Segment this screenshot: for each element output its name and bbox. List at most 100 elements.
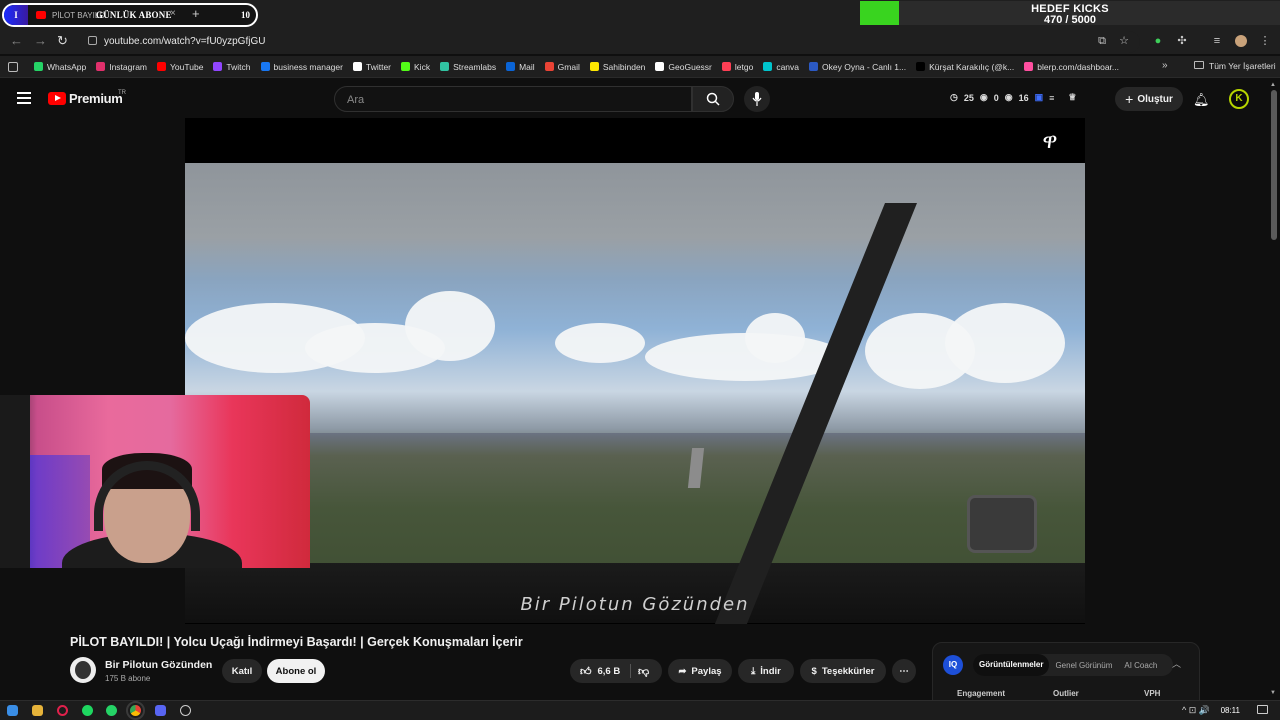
channel-name[interactable]: Bir Pilotun Gözünden	[105, 659, 212, 671]
video-frame	[185, 163, 1085, 624]
all-bookmarks-link[interactable]: Tüm Yer İşaretleri	[1209, 61, 1276, 71]
more-actions-button[interactable]: ⋯	[892, 659, 916, 683]
bookmark-item[interactable]: Sahibinden	[589, 61, 646, 72]
thumbs-down-icon[interactable]: 👎︎	[638, 665, 649, 678]
browser-tab-strip: I PİLOT BAYILD GÜNLÜK ABONE × + 10 HEDEF…	[0, 0, 1280, 30]
bookmark-item[interactable]: Twitch	[213, 62, 251, 72]
overlay-badge: I	[4, 5, 28, 25]
eye-icon: ◉	[1004, 92, 1013, 102]
bookmark-item[interactable]: Kick	[401, 62, 430, 72]
share-button[interactable]: ➦ Paylaş	[668, 659, 732, 683]
bookmark-item[interactable]: GeoGuessr	[655, 62, 712, 72]
extension-shield-icon[interactable]: ●	[1152, 35, 1164, 47]
stat-3: 16	[1018, 92, 1029, 103]
site-info-icon[interactable]	[88, 36, 97, 45]
bookmark-label: Instagram	[109, 61, 148, 72]
clock: 08:11	[1220, 706, 1240, 715]
share-label: Paylaş	[691, 665, 722, 677]
bookmark-item[interactable]: letgo	[721, 61, 754, 72]
tab-ai-coach[interactable]: AI Coach	[1118, 661, 1163, 670]
install-icon[interactable]: ⧉	[1096, 35, 1108, 47]
like-button[interactable]: 👍︎ 6,6 B 👎︎	[570, 659, 662, 683]
eye-icon: ◉	[979, 92, 988, 102]
back-icon[interactable]: ←	[10, 33, 23, 48]
search-button[interactable]	[692, 86, 734, 112]
obs-icon[interactable]	[180, 705, 191, 716]
plus-icon: +	[1125, 91, 1134, 107]
apps-grid-icon[interactable]	[8, 61, 18, 72]
download-label: İndir	[760, 665, 781, 677]
thumbs-up-icon: 👍︎	[580, 665, 592, 678]
chevron-up-icon[interactable]: ︿	[1172, 657, 1181, 670]
create-button[interactable]: + Oluştur	[1115, 87, 1183, 111]
column-vph: VPH	[1144, 689, 1161, 698]
bookmark-item[interactable]: business manager	[260, 62, 343, 72]
whatsapp-icon[interactable]	[106, 705, 117, 716]
app-icon-red[interactable]	[57, 705, 68, 716]
bookmark-label: Sahibinden	[602, 61, 646, 72]
bookmark-item[interactable]: Streamlabs	[440, 62, 496, 72]
browser-menu-icon[interactable]: ⋮	[1259, 35, 1271, 47]
bookmark-label: Gmail	[557, 61, 580, 72]
bookmark-star-icon[interactable]: ☆	[1118, 35, 1130, 47]
notifications-bell-icon[interactable]: 🔔︎	[1193, 92, 1210, 108]
bookmark-item[interactable]: Gmail	[544, 61, 580, 72]
reload-icon[interactable]: ↻	[57, 33, 68, 49]
daily-sub-overlay: I PİLOT BAYILD GÜNLÜK ABONE × + 10	[2, 3, 258, 27]
iq-extension-icon[interactable]: ▣	[1035, 92, 1044, 103]
bookmark-item[interactable]: YouTube	[157, 62, 203, 72]
scroll-up-arrow[interactable]: ▲	[1270, 82, 1276, 88]
tab-close-icon[interactable]: ×	[170, 8, 176, 19]
share-icon: ➦	[678, 665, 687, 677]
scroll-down-arrow[interactable]: ▼	[1270, 690, 1276, 696]
bookmark-favicon-icon	[352, 62, 362, 71]
channel-avatar[interactable]	[70, 657, 96, 683]
discord-icon[interactable]	[155, 705, 166, 716]
bookmark-label: letgo	[734, 61, 754, 72]
page-scrollbar[interactable]	[1271, 90, 1277, 240]
account-avatar[interactable]: K	[1229, 89, 1249, 109]
trophy-icon[interactable]: ♕	[1068, 92, 1076, 103]
extensions-icon[interactable]: ✣	[1176, 35, 1188, 47]
youtube-logo[interactable]: Premium TR	[48, 90, 126, 106]
voice-search-button[interactable]	[744, 86, 770, 112]
bookmark-item[interactable]: blerp.com/dashboar...	[1024, 62, 1119, 72]
overlay-count: 10	[241, 10, 250, 20]
thanks-button[interactable]: $ Teşekkürler	[800, 659, 886, 683]
search-input[interactable]: Ara	[334, 86, 692, 112]
spotify-icon[interactable]	[82, 705, 93, 716]
bookmark-item[interactable]: Okey Oyna - Canlı 1...	[809, 62, 906, 72]
download-button[interactable]: ⤓ İndir	[738, 659, 794, 683]
bookmark-item[interactable]: Twitter	[352, 62, 391, 72]
reading-list-icon[interactable]: ≡	[1211, 35, 1223, 47]
bookmark-item[interactable]: canva	[763, 62, 799, 72]
file-explorer-icon[interactable]	[32, 705, 43, 716]
bookmark-favicon-icon	[401, 62, 411, 71]
notifications-icon[interactable]	[1257, 705, 1268, 714]
new-tab-icon[interactable]: +	[192, 6, 200, 21]
subscribe-button[interactable]: Abone ol	[267, 659, 325, 683]
bookmark-item[interactable]: Kürşat Karakılıç (@k...	[916, 62, 1014, 72]
url-text[interactable]: youtube.com/watch?v=fU0yzpGfjGU	[104, 36, 265, 47]
windows-start-icon[interactable]	[7, 705, 18, 716]
logo-text: Premium	[69, 91, 123, 106]
chrome-icon[interactable]	[126, 701, 145, 720]
bookmark-label: WhatsApp	[47, 61, 87, 72]
video-player[interactable]: ዋ Bir Pilotun Gözünden	[185, 118, 1085, 624]
system-tray[interactable]: ^ ⊡ 🔊	[1182, 705, 1210, 716]
youtube-header: Premium TR Ara ◷ 25 ◉ 0 ◉ 16 ▣ ≡ ♕ + Olu…	[0, 80, 1280, 118]
tab-views[interactable]: Görüntülenmeler	[973, 654, 1050, 676]
goal-count: 470 / 5000	[1044, 14, 1096, 26]
address-bar[interactable]: youtube.com/watch?v=fU0yzpGfjGU	[80, 31, 1140, 53]
bookmark-item[interactable]: Mail	[506, 62, 535, 72]
video-title: PİLOT BAYILDI! | Yolcu Uçağı İndirmeyi B…	[70, 635, 523, 649]
join-button[interactable]: Katıl	[222, 659, 262, 683]
bookmarks-overflow-icon[interactable]: »	[1162, 60, 1168, 71]
bookmark-item[interactable]: WhatsApp	[34, 62, 86, 72]
forward-icon[interactable]: →	[34, 33, 47, 48]
bookmark-item[interactable]: Instagram	[96, 62, 147, 72]
tab-overview[interactable]: Genel Görünüm	[1049, 661, 1118, 670]
list-icon[interactable]: ≡	[1049, 93, 1054, 103]
hamburger-menu-icon[interactable]	[17, 92, 31, 104]
profile-avatar-icon[interactable]	[1235, 35, 1247, 47]
